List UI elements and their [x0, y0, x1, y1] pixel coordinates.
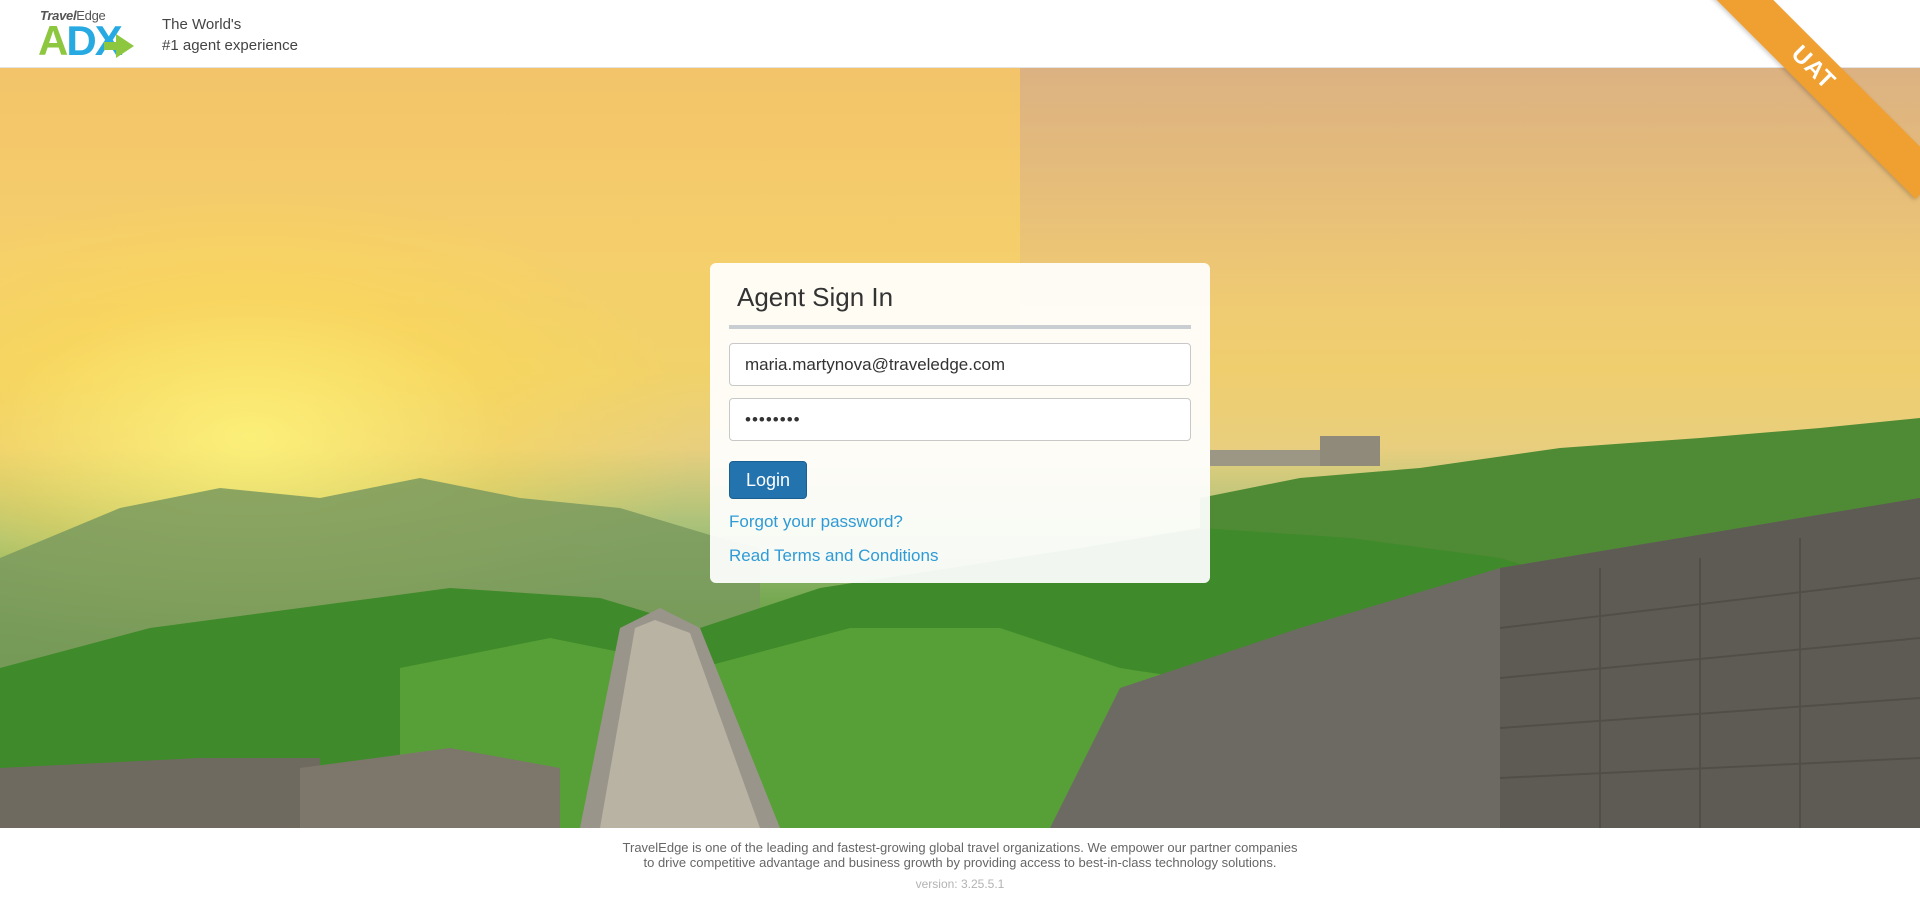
footer-line-1: TravelEdge is one of the leading and fas… [622, 840, 1298, 855]
card-title: Agent Sign In [737, 282, 894, 312]
sign-in-card: Agent Sign In Login Forgot your password… [710, 263, 1210, 583]
login-button[interactable]: Login [729, 461, 808, 499]
terms-link[interactable]: Read Terms and Conditions [729, 546, 1191, 566]
header: TravelEdge ADX The World's #1 agent expe… [0, 0, 1920, 68]
tagline: The World's #1 agent experience [162, 14, 298, 56]
distant-wall [1210, 450, 1320, 466]
title-divider [729, 325, 1191, 329]
footer-description: TravelEdge is one of the leading and fas… [0, 840, 1920, 870]
version-label: version: 3.25.5.1 [915, 877, 1005, 891]
logo-adx-text: ADX [38, 17, 123, 64]
left-wall [0, 758, 320, 828]
tagline-line-1: The World's [162, 16, 242, 33]
logo-arrow-icon [116, 34, 134, 58]
password-field[interactable] [729, 398, 1191, 441]
footer: TravelEdge is one of the leading and fas… [0, 828, 1920, 900]
tagline-line-2: #1 agent experience [162, 37, 298, 54]
forgot-password-link[interactable]: Forgot your password? [729, 512, 1191, 532]
footer-line-2: to drive competitive advantage and busin… [643, 855, 1277, 870]
email-field[interactable] [729, 343, 1191, 386]
distant-watchtower [1320, 436, 1380, 466]
traveledge-adx-logo[interactable]: TravelEdge ADX [38, 8, 142, 64]
